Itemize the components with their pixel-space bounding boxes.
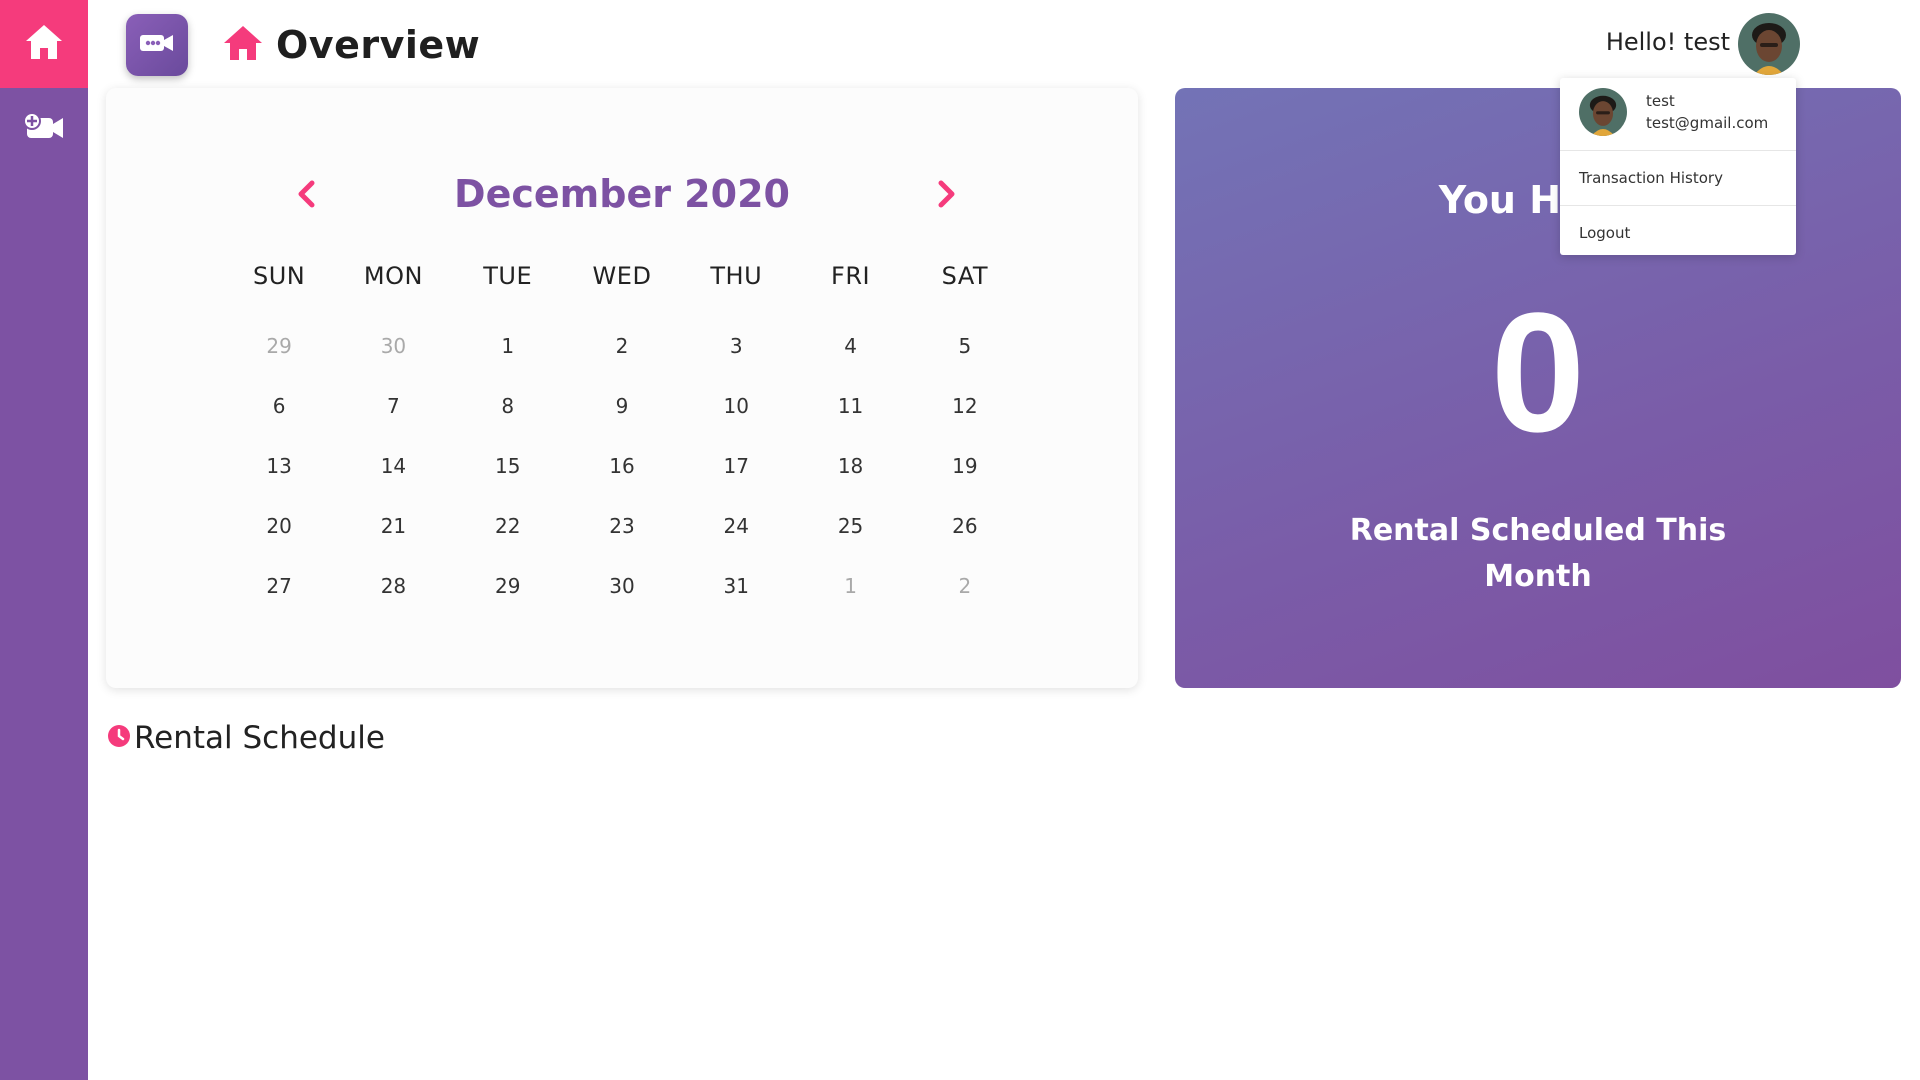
calendar-day[interactable]: 16 bbox=[565, 436, 679, 496]
calendar-day[interactable]: 15 bbox=[451, 436, 565, 496]
weekday-header: SUN bbox=[253, 262, 306, 290]
calendar-day[interactable]: 22 bbox=[451, 496, 565, 556]
sidebar-item-home[interactable] bbox=[0, 0, 88, 88]
home-icon bbox=[222, 24, 264, 66]
calendar-day[interactable]: 3 bbox=[679, 316, 793, 376]
calendar-day[interactable]: 1 bbox=[793, 556, 907, 616]
app-logo[interactable] bbox=[126, 14, 188, 76]
calendar-day[interactable]: 13 bbox=[222, 436, 336, 496]
page-title: Overview bbox=[276, 23, 481, 67]
calendar-day[interactable]: 2 bbox=[565, 316, 679, 376]
calendar-day[interactable]: 7 bbox=[336, 376, 450, 436]
calendar-day[interactable]: 2 bbox=[908, 556, 1022, 616]
user-name: test bbox=[1646, 92, 1675, 110]
calendar-grid: SUN MON TUE WED THU FRI SAT 29 30 1 2 3 4 5 6 7 8… bbox=[222, 256, 1022, 616]
calendar-day[interactable]: 30 bbox=[565, 556, 679, 616]
calendar-day[interactable]: 5 bbox=[908, 316, 1022, 376]
weekday-header: SAT bbox=[941, 262, 989, 290]
calendar-day[interactable]: 24 bbox=[679, 496, 793, 556]
calendar-day[interactable]: 8 bbox=[451, 376, 565, 436]
calendar-day[interactable]: 17 bbox=[679, 436, 793, 496]
sidebar-item-add-camera[interactable] bbox=[0, 104, 88, 154]
calendar-day[interactable]: 19 bbox=[908, 436, 1022, 496]
calendar-day[interactable]: 18 bbox=[793, 436, 907, 496]
calendar-day[interactable]: 1 bbox=[451, 316, 565, 376]
calendar-day[interactable]: 26 bbox=[908, 496, 1022, 556]
menu-item-transaction-history[interactable]: Transaction History bbox=[1560, 151, 1796, 206]
sidebar bbox=[0, 0, 88, 1080]
menu-item-logout[interactable]: Logout bbox=[1560, 206, 1796, 260]
avatar[interactable] bbox=[1738, 13, 1800, 75]
calendar-day[interactable]: 11 bbox=[793, 376, 907, 436]
calendar-day[interactable]: 23 bbox=[565, 496, 679, 556]
video-camera-icon bbox=[138, 31, 176, 59]
calendar-day[interactable]: 31 bbox=[679, 556, 793, 616]
stat-caption: Rental Scheduled This Month bbox=[1349, 513, 1727, 594]
calendar-day[interactable]: 20 bbox=[222, 496, 336, 556]
calendar-day[interactable]: 21 bbox=[336, 496, 450, 556]
chevron-right-icon bbox=[928, 180, 964, 216]
calendar-day[interactable]: 25 bbox=[793, 496, 907, 556]
rental-count: 0 bbox=[1490, 278, 1586, 468]
calendar-day[interactable]: 27 bbox=[222, 556, 336, 616]
user-email: test@gmail.com bbox=[1646, 114, 1769, 132]
calendar-day[interactable]: 28 bbox=[336, 556, 450, 616]
weekday-header: WED bbox=[592, 262, 652, 290]
page-header: Overview bbox=[222, 22, 480, 68]
next-month-button[interactable] bbox=[928, 176, 964, 212]
calendar-day[interactable]: 6 bbox=[222, 376, 336, 436]
section-title: Rental Schedule bbox=[134, 720, 385, 756]
weekday-header: MON bbox=[363, 262, 423, 290]
calendar-day[interactable]: 14 bbox=[336, 436, 450, 496]
user-greeting[interactable]: Hello! test bbox=[1606, 28, 1730, 56]
weekday-header: TUE bbox=[483, 262, 533, 290]
home-icon bbox=[24, 23, 64, 65]
avatar bbox=[1579, 88, 1627, 136]
calendar-day[interactable]: 9 bbox=[565, 376, 679, 436]
calendar-day[interactable]: 12 bbox=[908, 376, 1022, 436]
rental-schedule-section: Rental Schedule bbox=[106, 720, 385, 756]
calendar-day[interactable]: 10 bbox=[679, 376, 793, 436]
calendar-card: December 2020 SUN MON TUE WED THU FRI SA… bbox=[106, 88, 1138, 688]
calendar-day[interactable]: 4 bbox=[793, 316, 907, 376]
clock-icon bbox=[106, 723, 132, 753]
add-video-camera-icon bbox=[23, 112, 65, 146]
user-menu-profile: test test@gmail.com bbox=[1560, 78, 1796, 151]
calendar-month-title: December 2020 bbox=[454, 172, 790, 216]
calendar-day[interactable]: 30 bbox=[336, 316, 450, 376]
calendar-day[interactable]: 29 bbox=[222, 316, 336, 376]
weekday-header: THU bbox=[710, 262, 763, 290]
user-menu-dropdown: test test@gmail.com Transaction History … bbox=[1560, 78, 1796, 255]
calendar-day[interactable]: 29 bbox=[451, 556, 565, 616]
weekday-header: FRI bbox=[831, 262, 871, 290]
